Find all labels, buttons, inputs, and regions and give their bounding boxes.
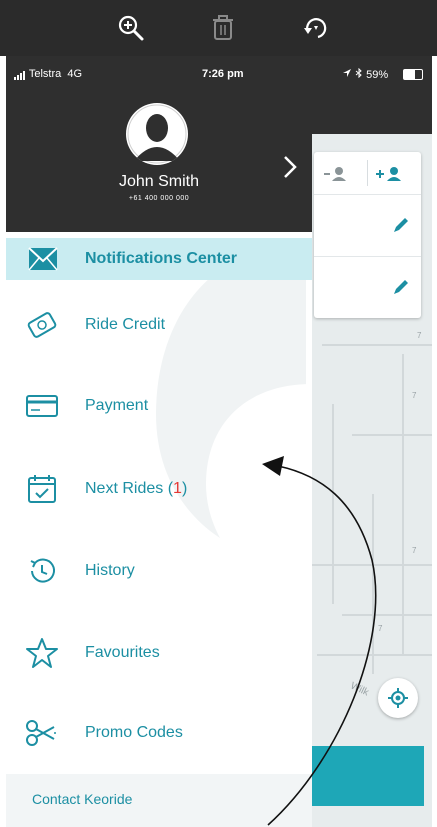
street-label: Wilk bbox=[348, 680, 371, 699]
clock-icon bbox=[24, 555, 60, 587]
menu-label: History bbox=[85, 562, 135, 579]
block-number: 7 bbox=[378, 624, 383, 633]
block-number: 7 bbox=[412, 391, 417, 400]
menu-item-history[interactable]: History bbox=[6, 550, 312, 592]
crosshair-icon bbox=[388, 688, 408, 708]
menu-item-next-rides[interactable]: Next Rides (1) bbox=[6, 468, 312, 510]
battery-icon bbox=[403, 69, 423, 80]
zoom-in-icon[interactable] bbox=[115, 12, 147, 44]
user-name: John Smith bbox=[118, 173, 200, 190]
bluetooth-icon bbox=[355, 67, 362, 79]
block-number: 7 bbox=[417, 331, 422, 340]
profile-header[interactable]: John Smith +61 400 000 000 bbox=[6, 94, 312, 232]
card-icon bbox=[24, 390, 60, 422]
ticket-icon bbox=[24, 309, 60, 341]
menu-item-payment[interactable]: Payment bbox=[6, 385, 312, 427]
scissors-icon bbox=[24, 717, 60, 749]
carrier-label: Telstra 4G bbox=[14, 68, 82, 80]
edit-pickup-icon[interactable] bbox=[392, 216, 410, 239]
status-bar: Telstra 4G 7:26 pm 59% bbox=[6, 56, 432, 94]
next-rides-badge: (1) bbox=[167, 480, 188, 497]
menu-label: Ride Credit bbox=[85, 316, 166, 333]
contact-keoride-link[interactable]: Contact Keoride bbox=[32, 791, 132, 807]
map-background: 7 7 7 7 Wilk bbox=[312, 94, 432, 827]
add-passenger-icon[interactable] bbox=[376, 166, 404, 187]
navigation-drawer: John Smith +61 400 000 000 Notifications… bbox=[6, 94, 312, 827]
locate-me-button[interactable] bbox=[378, 678, 418, 718]
menu-label: Notifications Center bbox=[85, 250, 238, 267]
calendar-icon bbox=[24, 473, 60, 505]
menu-item-favourites[interactable]: Favourites bbox=[6, 632, 312, 674]
user-phone: +61 400 000 000 bbox=[128, 195, 190, 202]
screenshot-canvas: Telstra 4G 7:26 pm 59% 7 7 7 7 Wilk John… bbox=[0, 0, 437, 827]
location-arrow-icon bbox=[343, 69, 351, 77]
map-header bbox=[312, 94, 432, 134]
remove-passenger-icon[interactable] bbox=[324, 166, 348, 187]
menu-label: Promo Codes bbox=[85, 724, 183, 741]
edit-dropoff-icon[interactable] bbox=[392, 278, 410, 301]
route-card bbox=[314, 152, 421, 318]
chevron-right-icon[interactable] bbox=[280, 154, 300, 180]
battery-label: 59% bbox=[342, 67, 388, 81]
menu-label: Payment bbox=[85, 397, 149, 414]
menu-item-ride-credit[interactable]: Ride Credit bbox=[6, 304, 312, 346]
clock-label: 7:26 pm bbox=[202, 68, 244, 80]
menu-item-notifications[interactable]: Notifications Center bbox=[6, 238, 312, 280]
star-icon bbox=[24, 637, 60, 669]
viewer-toolbar bbox=[0, 0, 437, 56]
block-number: 7 bbox=[412, 546, 417, 555]
trash-icon[interactable] bbox=[207, 12, 239, 44]
avatar[interactable] bbox=[126, 103, 188, 165]
menu-label: Next Rides (1) bbox=[85, 480, 188, 497]
rotate-icon[interactable] bbox=[300, 12, 332, 44]
book-ride-button[interactable] bbox=[312, 746, 424, 806]
envelope-icon bbox=[24, 243, 60, 275]
contact-footer: Contact Keoride bbox=[6, 774, 312, 827]
menu-label: Favourites bbox=[85, 644, 160, 661]
menu-item-promo-codes[interactable]: Promo Codes bbox=[6, 712, 312, 754]
